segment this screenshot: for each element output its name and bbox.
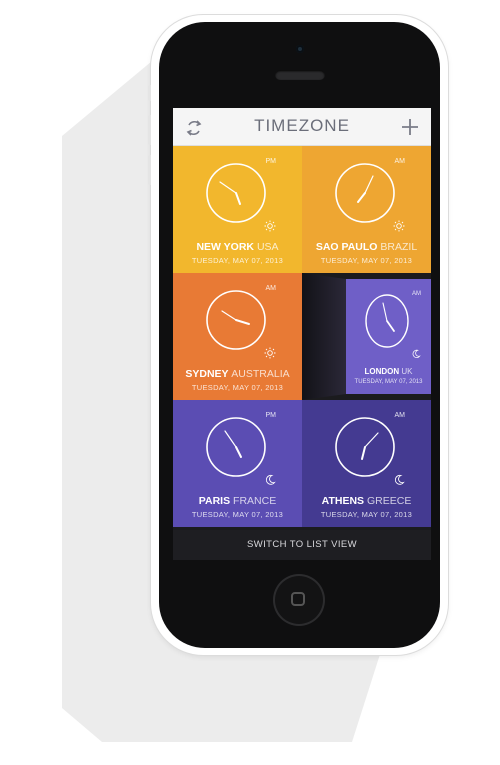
sun-icon — [264, 347, 276, 359]
city-name: ATHENS — [321, 495, 365, 507]
date-label: TUESDAY, MAY 07, 2013 — [191, 383, 284, 392]
ampm-label: PM — [265, 412, 277, 419]
moon-icon — [394, 474, 405, 485]
sun-icon — [393, 220, 405, 232]
clock-face-icon — [206, 290, 266, 350]
city-label: ATHENS GREECE — [302, 495, 431, 507]
date-label: TUESDAY, MAY 07, 2013 — [191, 510, 284, 519]
earpiece — [275, 70, 325, 80]
country-name: AUSTRALIA — [231, 368, 290, 380]
city-name: SAO PAULO — [315, 241, 378, 253]
clock-tile-new-york[interactable]: PM NEW YORK USA TUESDAY, MAY 07, 2013 — [173, 146, 302, 273]
app-title: TIMEZONE — [173, 116, 431, 136]
plus-icon[interactable] — [399, 116, 421, 138]
clock-face-icon — [206, 417, 266, 477]
city-label: PARIS FRANCE — [173, 495, 302, 507]
cube-side-face — [302, 273, 346, 400]
city-name: LONDON — [364, 367, 400, 376]
app-screen: TIMEZONE PM NEW YORK USA TUESDAY, MAY 07… — [173, 108, 431, 560]
city-name: SYDNEY — [185, 368, 229, 380]
ampm-label: AM — [412, 291, 421, 297]
moon-icon — [412, 349, 421, 358]
date-label: TUESDAY, MAY 07, 2013 — [320, 256, 413, 265]
cube-front-face: AM LONDON UK TUESDAY, MAY 07, 2013 — [346, 279, 431, 394]
country-name: USA — [256, 241, 279, 253]
app-title-time: TIME — [254, 116, 299, 135]
clock-face-icon — [365, 294, 409, 348]
city-label: NEW YORK USA — [173, 241, 302, 253]
app-header: TIMEZONE — [173, 108, 431, 146]
city-name: NEW YORK — [196, 241, 255, 253]
clock-grid: PM NEW YORK USA TUESDAY, MAY 07, 2013 AM — [173, 146, 431, 530]
country-name: BRAZIL — [380, 241, 418, 253]
volume-down-button — [148, 155, 151, 185]
switch-to-list-view-button[interactable]: SWITCH TO LIST VIEW — [173, 530, 431, 560]
home-square-icon — [291, 592, 305, 606]
clock-tile-london[interactable]: AM LONDON UK TUESDAY, MAY 07, 2013 — [302, 273, 431, 400]
moon-icon — [265, 474, 276, 485]
city-name: PARIS — [198, 495, 231, 507]
mute-switch — [148, 85, 151, 101]
clock-tile-sao-paulo[interactable]: AM SAO PAULO BRAZIL TUESDAY, MAY 07, 201… — [302, 146, 431, 273]
sun-icon — [264, 220, 276, 232]
date-label: TUESDAY, MAY 07, 2013 — [354, 379, 423, 385]
app-title-zone: ZONE — [298, 116, 350, 135]
city-label: SAO PAULO BRAZIL — [302, 241, 431, 253]
ampm-label: AM — [394, 412, 406, 419]
date-label: TUESDAY, MAY 07, 2013 — [191, 256, 284, 265]
clock-face-icon — [335, 163, 395, 223]
city-label: SYDNEY AUSTRALIA — [173, 368, 302, 380]
home-button[interactable] — [273, 574, 325, 626]
clock-tile-paris[interactable]: PM PARIS FRANCE TUESDAY, MAY 07, 2013 — [173, 400, 302, 527]
ampm-label: AM — [394, 158, 406, 165]
volume-up-button — [148, 115, 151, 145]
front-camera — [296, 45, 304, 53]
clock-face-icon — [206, 163, 266, 223]
date-label: TUESDAY, MAY 07, 2013 — [320, 510, 413, 519]
country-name: FRANCE — [233, 495, 277, 507]
country-name: UK — [401, 367, 413, 376]
clock-face-icon — [335, 417, 395, 477]
city-label: LONDON UK — [346, 367, 431, 376]
clock-tile-athens[interactable]: AM ATHENS GREECE TUESDAY, MAY 07, 2013 — [302, 400, 431, 527]
ampm-label: PM — [265, 158, 277, 165]
clock-tile-sydney[interactable]: AM SYDNEY AUSTRALIA TUESDAY, MAY 07, 201… — [173, 273, 302, 400]
ampm-label: AM — [265, 285, 277, 292]
country-name: GREECE — [366, 495, 412, 507]
